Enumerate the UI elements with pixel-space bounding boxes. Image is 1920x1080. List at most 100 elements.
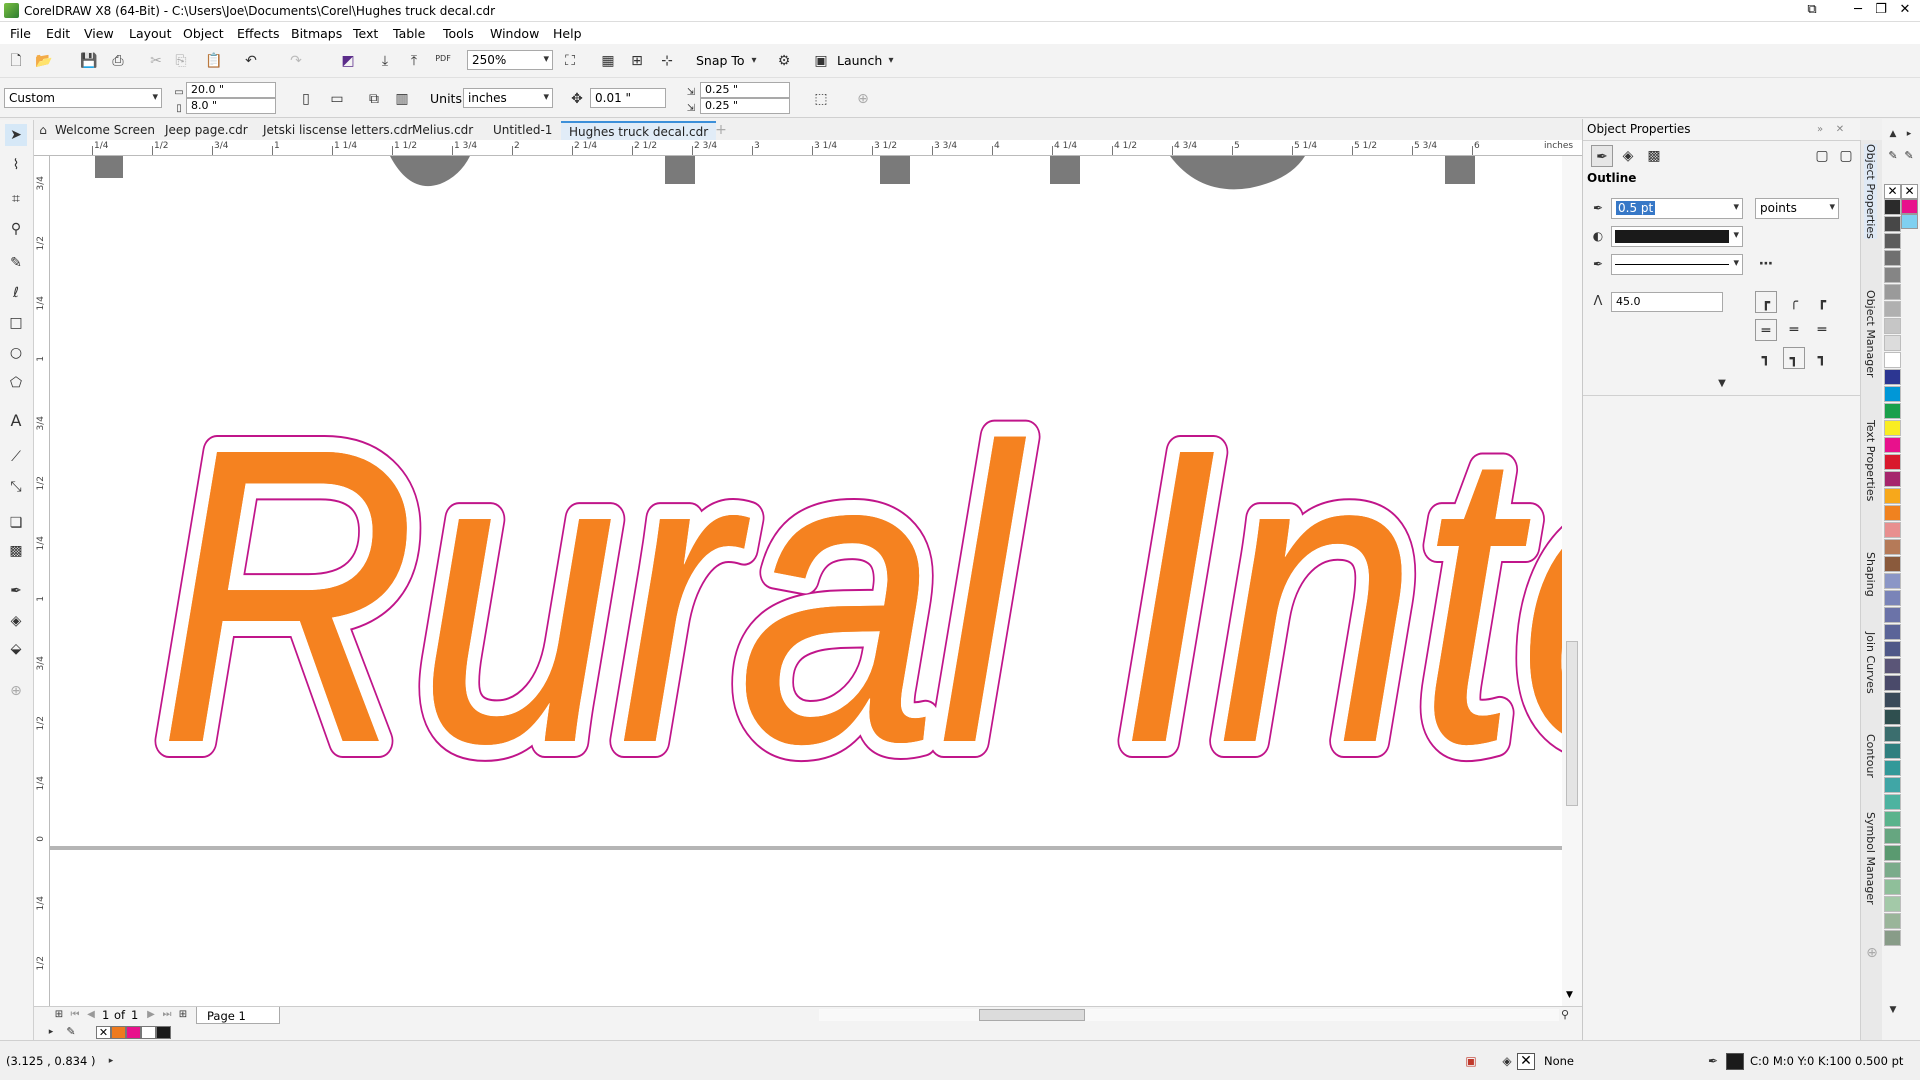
palette-swatch[interactable] [1884, 284, 1901, 300]
docker-tab-contour[interactable]: Contour [1864, 734, 1877, 778]
palette-swatch[interactable] [1884, 522, 1901, 538]
palette-swatch[interactable] [1884, 505, 1901, 521]
menu-help[interactable]: Help [553, 26, 582, 41]
palette-swatch[interactable] [1884, 250, 1901, 266]
miter-limit-input[interactable]: 45.0 [1611, 292, 1723, 312]
inside-position-icon[interactable]: ┓ [1811, 347, 1833, 369]
palette-swatch[interactable] [1884, 794, 1901, 810]
menu-edit[interactable]: Edit [46, 26, 70, 41]
publish-pdf-icon[interactable]: PDF [432, 48, 454, 70]
current-page-icon[interactable]: ▥ [391, 88, 413, 110]
palette-swatch[interactable] [1884, 335, 1901, 351]
all-pages-icon[interactable]: ⧉ [363, 88, 385, 110]
horizontal-scroll-thumb[interactable] [979, 1009, 1085, 1021]
palette-swatch[interactable] [1884, 471, 1901, 487]
save-icon[interactable]: 💾 [78, 50, 100, 72]
docker-tab-join-curves[interactable]: Join Curves [1864, 632, 1877, 694]
palette-swatch[interactable] [1884, 539, 1901, 555]
crop-tool-icon[interactable]: ⌗ [5, 188, 27, 210]
palette-swatch[interactable] [1884, 352, 1901, 368]
outline-color-picker[interactable] [1611, 226, 1743, 247]
page-tab-1[interactable]: Page 1 [196, 1007, 280, 1024]
palette-swatch[interactable] [1884, 913, 1901, 929]
status-expand-icon[interactable]: ▸ [100, 1050, 122, 1072]
palette-swatch[interactable] [1884, 233, 1901, 249]
menu-layout[interactable]: Layout [129, 26, 172, 41]
ellipse-tool-icon[interactable]: ○ [5, 342, 27, 364]
palette-swatch[interactable] [1884, 675, 1901, 691]
palette-swatch[interactable] [1884, 590, 1901, 606]
menu-bitmaps[interactable]: Bitmaps [291, 26, 342, 41]
menu-tools[interactable]: Tools [443, 26, 474, 41]
palette-swatch[interactable] [1884, 318, 1901, 334]
palette-selected-magenta[interactable] [1901, 199, 1918, 214]
pick-tool-icon[interactable]: ➤ [5, 124, 27, 146]
palette-swatch[interactable] [1884, 743, 1901, 759]
portrait-icon[interactable]: ▯ [295, 88, 317, 110]
palette-swatch[interactable] [1884, 386, 1901, 402]
menu-file[interactable]: File [10, 26, 31, 41]
show-grid-icon[interactable]: ⊞ [626, 50, 648, 72]
vertical-scroll-thumb[interactable] [1566, 641, 1578, 806]
menu-text[interactable]: Text [353, 26, 378, 41]
docker-close-icon[interactable]: ✕ [1829, 119, 1851, 141]
round-cap-icon[interactable]: ═ [1783, 319, 1805, 341]
transparency-tool-icon[interactable]: ▩ [5, 540, 27, 562]
palette-swatch[interactable] [1884, 641, 1901, 657]
paste-icon[interactable]: 📋 [203, 50, 225, 72]
page-width-input[interactable]: 20.0 " [186, 82, 276, 98]
palette-swatch[interactable] [1884, 267, 1901, 283]
fill-tab-icon[interactable]: ◈ [1617, 145, 1639, 167]
interactive-fill-tool-icon[interactable]: ◈ [5, 610, 27, 632]
add-toolbar-item-icon[interactable]: ⊕ [852, 88, 874, 110]
page-size-select[interactable]: Custom [4, 88, 162, 108]
doc-palette-swatch-orange[interactable] [111, 1026, 126, 1039]
palette-swatch[interactable] [1884, 199, 1901, 215]
artistic-media-tool-icon[interactable]: ℓ [5, 282, 27, 304]
palette-swatch[interactable] [1884, 573, 1901, 589]
tab-melius[interactable]: Melius.cdr [404, 121, 481, 140]
prev-page-icon[interactable]: ◀ [80, 1004, 102, 1026]
options-gear-icon[interactable]: ⚙ [773, 50, 795, 72]
show-rulers-icon[interactable]: ▦ [597, 50, 619, 72]
palette-swatch[interactable] [1884, 301, 1901, 317]
duplicate-distance-x-input[interactable]: 0.25 " [700, 82, 790, 98]
print-icon[interactable]: ⎙ [107, 50, 129, 72]
vertical-scrollbar[interactable]: ▼ [1562, 156, 1582, 1006]
redo-icon[interactable]: ↷ [285, 50, 307, 72]
docker-tab-text-properties[interactable]: Text Properties [1864, 420, 1877, 501]
square-cap-icon[interactable]: ═ [1811, 319, 1833, 341]
duplicate-distance-y-input[interactable]: 0.25 " [700, 98, 790, 114]
rectangle-tool-icon[interactable]: □ [5, 312, 27, 334]
palette-swatch[interactable] [1884, 216, 1901, 232]
scroll-down-icon[interactable]: ▼ [1566, 990, 1573, 1000]
polygon-tool-icon[interactable]: ⬠ [5, 372, 27, 394]
palette-flyout-icon[interactable]: ▸ [1898, 123, 1920, 145]
palette-no-color[interactable]: ✕ [1884, 184, 1901, 199]
transparency-tab-icon[interactable]: ▩ [1643, 145, 1665, 167]
palette-swatch[interactable] [1884, 828, 1901, 844]
palette-swatch[interactable] [1884, 896, 1901, 912]
tab-jeep-page[interactable]: Jeep page.cdr [157, 121, 256, 140]
docker-tab-object-properties[interactable]: Object Properties [1864, 144, 1877, 239]
page-height-input[interactable]: 8.0 " [186, 98, 276, 114]
centered-position-icon[interactable]: ┓ [1783, 347, 1805, 369]
help-window-icon[interactable]: ⧉ [1797, 0, 1827, 22]
detail-view-icon[interactable]: ▢ [1835, 145, 1857, 167]
round-corner-icon[interactable]: ╭ [1783, 291, 1805, 313]
menu-view[interactable]: View [84, 26, 114, 41]
add-docker-icon[interactable]: ⊕ [1861, 942, 1883, 964]
new-tab-icon[interactable]: + [710, 119, 732, 139]
launch-dropdown-icon[interactable]: ▾ [880, 50, 902, 72]
import-icon[interactable]: ⤓ [374, 50, 396, 72]
nudge-distance-input[interactable]: 0.01 " [590, 88, 666, 108]
outline-indicator-icon[interactable]: ✒ [1702, 1050, 1724, 1072]
zoom-level-select[interactable]: 250% [467, 50, 553, 70]
menu-object[interactable]: Object [183, 26, 224, 41]
drawing-canvas[interactable]: Rural Inte Rural Inte Rural Inte [50, 156, 1562, 1006]
miter-corner-icon[interactable]: ┏ [1755, 291, 1777, 313]
doc-palette-swatch-white[interactable] [141, 1026, 156, 1039]
menu-window[interactable]: Window [490, 26, 539, 41]
open-icon[interactable]: 📂 [33, 50, 55, 72]
new-document-icon[interactable]: 🗋 [5, 50, 27, 72]
